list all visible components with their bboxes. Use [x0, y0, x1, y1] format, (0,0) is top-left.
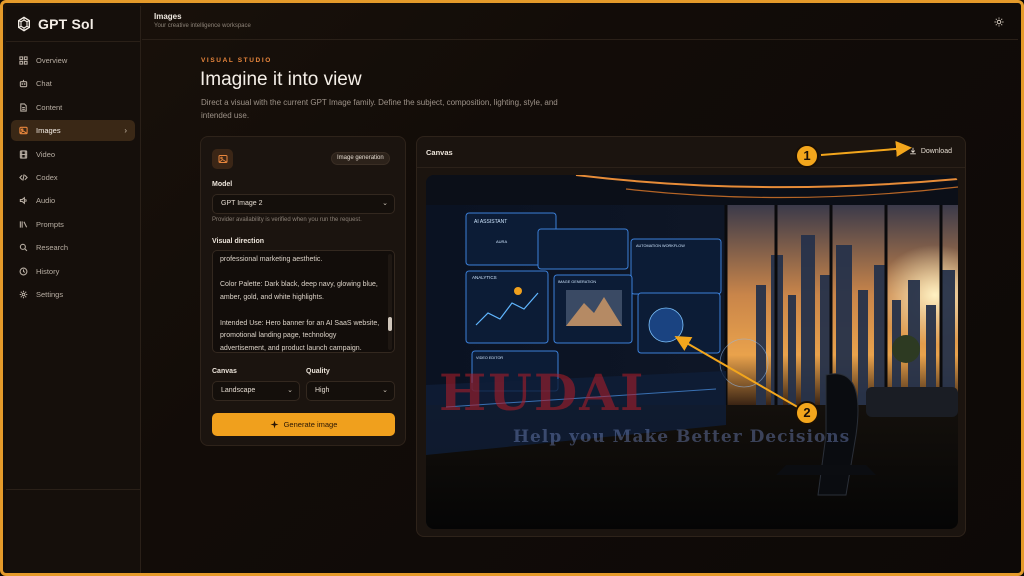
code-icon [19, 173, 28, 182]
sidebar-item-label: Overview [36, 56, 68, 65]
sidebar-item-label: Content [36, 102, 63, 112]
document-icon [19, 103, 28, 112]
chevron-right-icon: › [124, 126, 127, 136]
quality-label: Quality [306, 368, 330, 375]
library-icon [19, 220, 28, 229]
openai-logo-icon [18, 16, 30, 31]
generate-image-button[interactable]: Generate image [212, 413, 395, 436]
model-hint: Provider availability is verified when y… [212, 217, 362, 223]
page-subtitle: Your creative intelligence workspace [154, 23, 251, 29]
sidebar-item-label: Codex [36, 172, 58, 182]
textarea-scrollbar[interactable] [388, 254, 392, 350]
canvas-header: Canvas Download [417, 137, 965, 168]
sidebar-item-label: Video [36, 149, 56, 159]
model-select-value: GPT Image 2 [221, 200, 263, 207]
canvas-select[interactable]: Landscape ⌄ [212, 381, 300, 401]
sparkle-icon [270, 420, 279, 429]
download-label: Download [920, 147, 952, 155]
sidebar-item-research[interactable]: Research [11, 237, 135, 258]
chevron-down-icon: ⌄ [287, 387, 293, 394]
visual-direction-text: professional marketing aesthetic. Color … [220, 256, 380, 352]
generated-image-artwork: AI ASSISTANT ANALYTICS IMAGE GENERATION … [426, 175, 958, 529]
model-select[interactable]: GPT Image 2 ⌄ [212, 194, 395, 214]
image-type-button[interactable] [212, 149, 233, 169]
sidebar-item-content[interactable]: Content [11, 97, 135, 118]
canvas-card: Canvas Download AI ASSISTANT ANALYTICS I… [416, 136, 966, 537]
chevron-down-icon: ⌄ [382, 200, 388, 207]
sidebar-item-label: Audio [36, 196, 56, 206]
sidebar-item-codex[interactable]: Codex [11, 167, 135, 188]
app-window: GPT Sol Overview Chat Content Images › V… [0, 0, 1024, 576]
annotation-badge-2: 2 [795, 401, 819, 425]
image-label-automation: AUTOMATION WORKFLOW [636, 244, 685, 248]
quality-select-value: High [315, 387, 330, 394]
watermark-logo: HUDAI [439, 363, 646, 422]
image-label-analytics: ANALYTICS [472, 275, 497, 280]
watermark-tagline: Help you Make Better Decisions [513, 427, 851, 447]
image-icon [218, 155, 227, 163]
sidebar-item-video[interactable]: Video [11, 144, 135, 165]
page-title: Images [154, 12, 182, 21]
sidebar-item-label: Research [36, 243, 69, 253]
gear-icon [19, 290, 28, 299]
chevron-down-icon: ⌄ [382, 387, 388, 394]
sidebar-item-settings[interactable]: Settings [11, 284, 135, 305]
image-icon [19, 126, 28, 135]
hero-title: Imagine it into view [200, 69, 362, 90]
brand-name: GPT Sol [38, 15, 94, 32]
generation-controls-panel: Image generation Model GPT Image 2 ⌄ Pro… [200, 136, 406, 446]
annotation-badge-1: 1 [795, 144, 819, 168]
audio-icon [19, 196, 28, 205]
generated-image[interactable]: AI ASSISTANT ANALYTICS IMAGE GENERATION … [426, 175, 958, 529]
sidebar-item-label: Prompts [36, 219, 64, 229]
canvas-select-value: Landscape [221, 387, 256, 394]
sidebar-item-history[interactable]: History [11, 261, 135, 282]
visual-direction-textarea[interactable]: professional marketing aesthetic. Color … [212, 250, 395, 353]
sidebar-item-label: Images [36, 126, 61, 136]
sidebar-nav: Overview Chat Content Images › Video Cod… [6, 42, 140, 315]
textarea-scroll-thumb[interactable] [388, 317, 392, 331]
film-icon [19, 149, 28, 159]
search-icon [19, 243, 28, 252]
image-label-aura: AURA [496, 239, 507, 244]
sidebar-item-images[interactable]: Images › [11, 120, 135, 142]
sidebar-item-label: Chat [36, 79, 52, 89]
grid-icon [19, 56, 28, 65]
generate-image-label: Generate image [283, 420, 338, 429]
image-label-ai-assistant: AI ASSISTANT [474, 219, 507, 225]
image-label-video-editor: VIDEO EDITOR [476, 356, 503, 360]
section-eyebrow: VISUAL STUDIO [201, 57, 272, 64]
image-label-image-generation: IMAGE GENERATION [558, 280, 596, 284]
chat-bot-icon [19, 79, 28, 88]
theme-toggle-sun-icon[interactable] [994, 17, 1004, 27]
sidebar-item-label: History [36, 266, 60, 276]
sidebar-item-prompts[interactable]: Prompts [11, 214, 135, 235]
top-header: Images Your creative intelligence worksp… [142, 6, 1018, 40]
sidebar-item-label: Settings [36, 289, 64, 299]
canvas-label: Canvas [212, 368, 237, 375]
sidebar-item-overview[interactable]: Overview [11, 50, 135, 71]
sidebar-item-audio[interactable]: Audio [11, 190, 135, 211]
sidebar-footer-divider [6, 489, 140, 490]
sidebar: GPT Sol Overview Chat Content Images › V… [6, 6, 141, 573]
download-icon [910, 147, 916, 155]
model-label: Model [212, 181, 233, 188]
download-button[interactable]: Download [909, 147, 952, 155]
mode-badge: Image generation [331, 152, 390, 165]
history-icon [19, 267, 28, 276]
brand[interactable]: GPT Sol [6, 6, 140, 42]
hero-subtitle: Direct a visual with the current GPT Ima… [201, 98, 558, 120]
sidebar-item-chat[interactable]: Chat [11, 73, 135, 94]
visual-direction-label: Visual direction [212, 238, 264, 245]
canvas-title: Canvas [426, 148, 453, 157]
quality-select[interactable]: High ⌄ [306, 381, 395, 401]
